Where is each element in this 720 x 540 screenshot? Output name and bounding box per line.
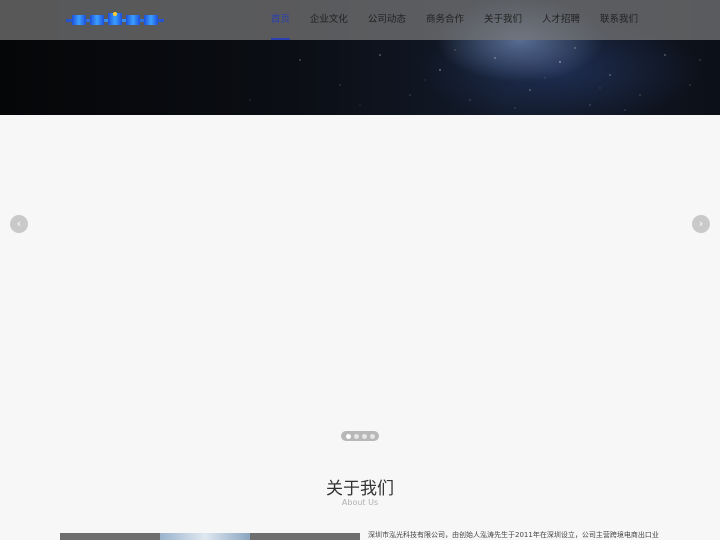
- slider-dot-4[interactable]: [369, 433, 375, 439]
- nav-item-about[interactable]: 关于我们: [474, 0, 532, 40]
- about-image-graphic: [160, 533, 250, 540]
- nav-item-careers[interactable]: 人才招聘: [532, 0, 590, 40]
- about-section-subtitle: About Us: [341, 498, 379, 507]
- slider-dot-1[interactable]: [345, 433, 351, 439]
- chevron-right-icon[interactable]: ›: [692, 215, 710, 233]
- about-section-title: 关于我们: [326, 479, 394, 499]
- nav-item-news[interactable]: 公司动态: [358, 0, 416, 40]
- nav-menu: 首页 企业文化 公司动态 商务合作 关于我们 人才招聘 联系我们: [261, 0, 648, 40]
- slider-dot-3[interactable]: [361, 433, 367, 439]
- slider-dot-2[interactable]: [353, 433, 359, 439]
- about-image: [60, 533, 360, 540]
- about-description: 深圳市泓光科技有限公司，由创始人泓涛先生于2011年在深圳设立，公司主营跨境电商…: [368, 531, 659, 539]
- nav-item-business[interactable]: 商务合作: [416, 0, 474, 40]
- company-logo[interactable]: [66, 11, 164, 29]
- nav-item-culture[interactable]: 企业文化: [300, 0, 358, 40]
- nav-item-home[interactable]: 首页: [261, 0, 300, 40]
- chevron-left-icon[interactable]: ‹: [10, 215, 28, 233]
- image-slider: ‹ ›: [0, 115, 720, 455]
- hero-banner: 首页 企业文化 公司动态 商务合作 关于我们 人才招聘 联系我们: [0, 0, 720, 115]
- slider-pagination: [341, 431, 379, 441]
- nav-item-contact[interactable]: 联系我们: [590, 0, 648, 40]
- top-navigation-bar: 首页 企业文化 公司动态 商务合作 关于我们 人才招聘 联系我们: [0, 0, 720, 40]
